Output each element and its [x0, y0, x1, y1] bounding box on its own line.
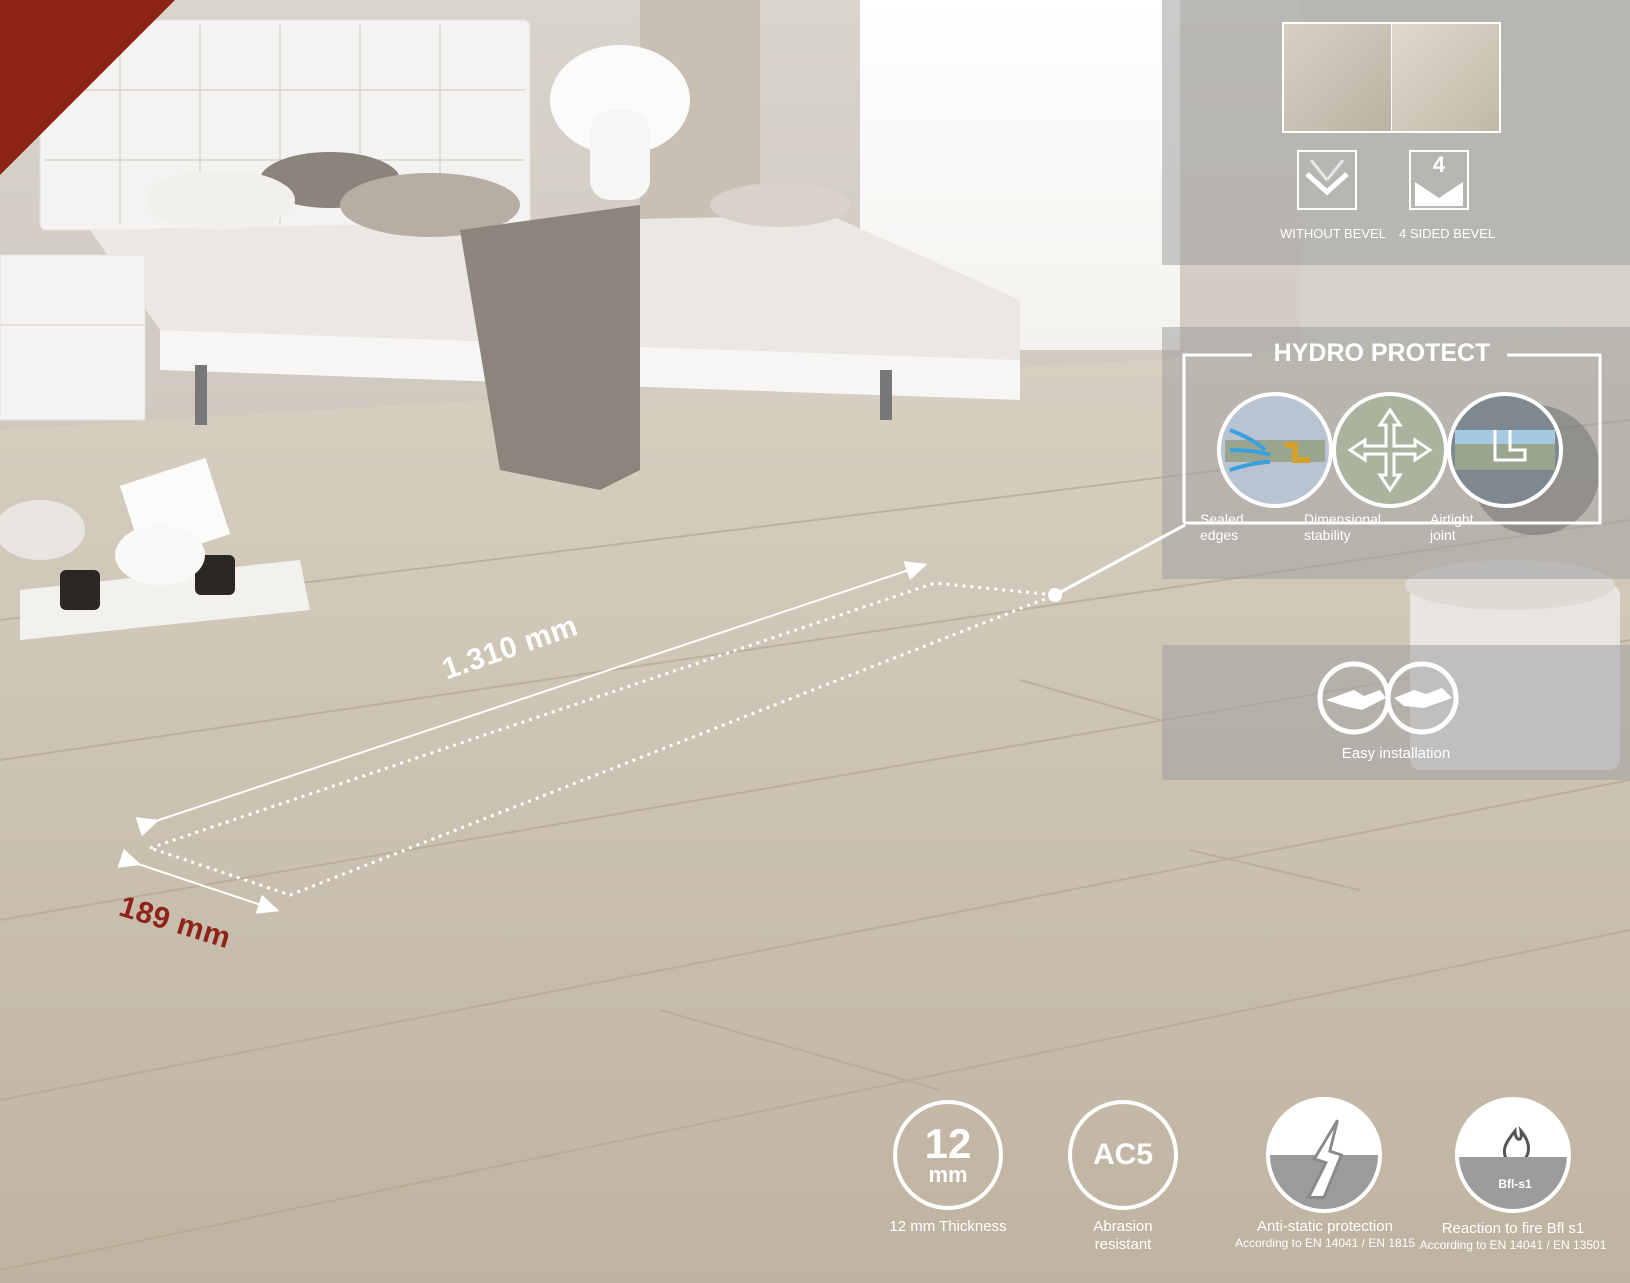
fire-reaction-label: Reaction to fire Bfl s1 — [1441, 1220, 1585, 1237]
fire-class: Bfl-s1 — [1498, 1177, 1532, 1191]
dimension-overlay — [117, 523, 1186, 914]
thickness-unit: mm — [928, 1162, 968, 1187]
abrasion-label: Abrasion resistant — [1093, 1218, 1153, 1253]
anti-static-icon — [1266, 1097, 1382, 1213]
callout-line — [1054, 523, 1186, 597]
fire-reaction-text: Reaction to fire Bfl s1 According to EN … — [1418, 1220, 1608, 1253]
plank-outline — [145, 581, 1056, 897]
anti-static-standard: According to EN 14041 / EN 1815 — [1234, 1236, 1416, 1250]
abrasion-badge: AC5 — [1068, 1100, 1178, 1210]
abrasion-class: AC5 — [1092, 1138, 1153, 1171]
anti-static-text: Anti-static protection According to EN 1… — [1230, 1218, 1420, 1251]
length-arrow — [135, 561, 928, 837]
anti-static-label: Anti-static protection — [1257, 1218, 1393, 1235]
fire-reaction-icon: Bfl-s1 — [1455, 1097, 1571, 1213]
fire-reaction-standard: According to EN 14041 / EN 13501 — [1419, 1238, 1607, 1252]
callout-dot — [1048, 588, 1062, 602]
thickness-number: 12 — [924, 1120, 972, 1167]
thickness-label: 12 mm Thickness — [889, 1218, 1007, 1235]
thickness-badge: 12 mm — [893, 1100, 1003, 1210]
